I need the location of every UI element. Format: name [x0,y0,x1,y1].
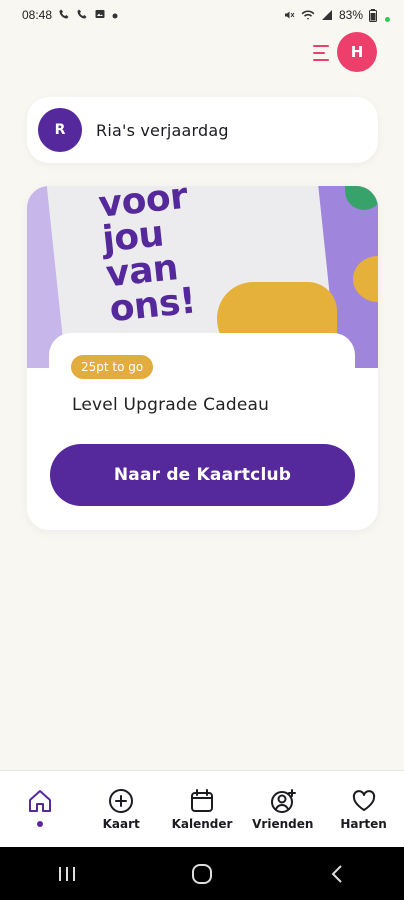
points-badge: 25pt to go [71,355,154,379]
heart-icon [352,790,375,811]
bottom-navigation: Kaart Kalender Vrienden Harten [0,770,404,847]
event-selector[interactable]: R Ria's verjaardag [27,97,378,163]
nav-kaart[interactable]: Kaart [83,787,159,831]
back-button[interactable] [317,854,357,894]
profile-avatar[interactable]: H [337,32,377,72]
add-friend-icon [270,789,296,813]
nav-vrienden[interactable]: Vrienden [245,787,321,831]
banner-line: ons! [107,280,198,331]
call-forward-icon [76,8,88,23]
nav-kalender[interactable]: Kalender [164,787,240,831]
reward-card-body: 25pt to go Level Upgrade Cadeau Naar de … [49,333,355,530]
phone-icon [58,8,70,23]
home-button[interactable] [182,854,222,894]
event-title: Ria's verjaardag [96,120,229,140]
status-left: 08:48 [22,8,118,23]
status-right: 83% [283,8,390,22]
mute-icon [283,9,295,21]
reward-card: voor jou van ons! 25pt to go Level Upgra… [27,186,378,530]
kaartclub-button[interactable]: Naar de Kaartclub [50,444,355,506]
notification-dot-icon [112,8,118,22]
menu-icon[interactable] [313,42,335,64]
banner-slogan: voor jou van ons! [97,186,200,331]
nav-label-vrienden: Vrienden [252,817,314,831]
signal-icon [321,9,333,21]
active-indicator [37,821,44,827]
gallery-notification-icon [94,8,106,23]
reward-title: Level Upgrade Cadeau [72,395,270,415]
battery-percentage: 83% [338,8,363,22]
nav-label-harten: Harten [340,817,387,831]
nav-harten[interactable]: Harten [326,787,402,831]
battery-icon [369,8,377,22]
nav-label-kalender: Kalender [171,817,233,831]
nav-home[interactable] [2,787,78,827]
event-avatar: R [38,108,82,152]
status-time: 08:48 [22,8,53,22]
status-bar: 08:48 83% [0,0,404,30]
recent-apps-button[interactable] [47,854,87,894]
calendar-icon [190,789,213,812]
home-icon [29,790,52,812]
camera-in-use-indicator [385,16,390,22]
nav-label-kaart: Kaart [102,817,140,831]
wifi-icon [301,9,315,21]
plus-circle-icon [109,789,134,813]
system-navigation-bar [0,847,404,900]
